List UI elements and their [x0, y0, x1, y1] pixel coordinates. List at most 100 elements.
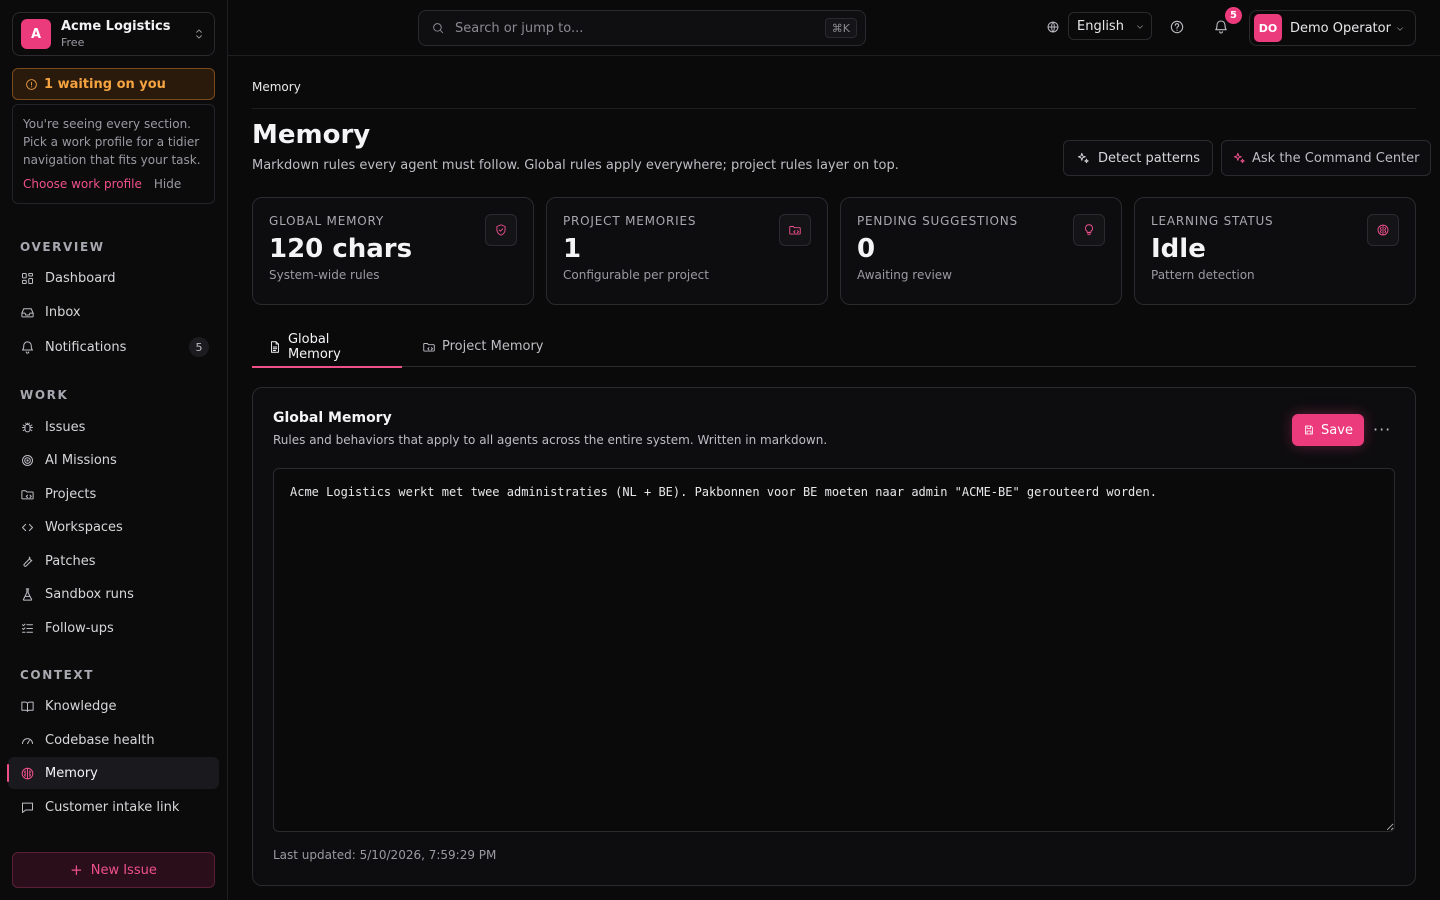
sidebar-item-ai-missions[interactable]: AI Missions	[8, 444, 219, 476]
sidebar-item-label: Sandbox runs	[45, 586, 134, 602]
new-issue-button[interactable]: + New Issue	[12, 852, 215, 888]
sidebar-item-label: Dashboard	[45, 270, 116, 286]
user-name: Demo Operator	[1290, 20, 1391, 36]
user-menu[interactable]: DO Demo Operator	[1249, 10, 1416, 46]
tab-global-memory[interactable]: Global Memory	[252, 326, 402, 368]
page-subtitle: Markdown rules every agent must follow. …	[252, 158, 899, 173]
folder-code-icon	[423, 342, 435, 352]
breadcrumb[interactable]: Memory	[252, 80, 301, 94]
org-plan: Free	[61, 36, 85, 49]
save-button[interactable]: Save	[1292, 414, 1364, 446]
gauge-icon	[22, 737, 33, 744]
sidebar-item-follow-ups[interactable]: Follow-ups	[8, 612, 219, 644]
brain-icon	[1367, 214, 1399, 246]
org-switcher[interactable]: A Acme Logistics Free	[12, 12, 215, 56]
tab-project-memory[interactable]: Project Memory	[406, 326, 559, 367]
nav-context-section: CONTEXT	[0, 668, 228, 686]
stat-label: GLOBAL MEMORY	[269, 214, 384, 228]
new-issue-label: New Issue	[90, 862, 157, 878]
shield-icon	[485, 214, 517, 246]
folder-icon	[21, 489, 34, 499]
detect-patterns-button[interactable]: Detect patterns	[1063, 140, 1214, 176]
stat-card-global-memory: GLOBAL MEMORY 120 chars System-wide rule…	[252, 197, 534, 305]
sidebar-item-label: AI Missions	[45, 452, 117, 468]
bug-icon	[22, 422, 33, 432]
card-subtitle: Rules and behaviors that apply to all ag…	[273, 433, 828, 447]
hide-profile-card-link[interactable]: Hide	[154, 175, 181, 193]
lightbulb-icon	[1073, 214, 1105, 246]
sparkles-icon	[1233, 152, 1245, 164]
sidebar-item-label: Issues	[45, 419, 86, 435]
list-check-icon	[22, 623, 33, 633]
org-name: Acme Logistics	[61, 19, 171, 34]
nav-work-title: WORK	[20, 388, 69, 402]
ask-command-center-label: Ask the Command Center	[1252, 150, 1420, 166]
sidebar-item-memory[interactable]: Memory	[7, 757, 219, 789]
search-shortcut: ⌘K	[824, 18, 857, 38]
nav-overview-section: OVERVIEW	[0, 240, 228, 258]
notifications-count-badge: 5	[189, 337, 209, 357]
sidebar-item-issues[interactable]: Issues	[8, 411, 219, 443]
chevron-up-down-icon	[192, 27, 206, 41]
sidebar-item-label: Memory	[45, 765, 98, 781]
bell-icon	[22, 340, 33, 354]
wrench-icon	[23, 556, 33, 567]
tab-label: Project Memory	[442, 339, 544, 354]
stat-value: Idle	[1151, 234, 1206, 264]
stat-card-project-memories: PROJECT MEMORIES 1 Configurable per proj…	[546, 197, 828, 305]
help-icon[interactable]	[1169, 19, 1185, 35]
more-options-button[interactable]: ···	[1373, 420, 1391, 439]
save-icon	[1305, 425, 1313, 435]
sidebar-item-customer-intake-link[interactable]: Customer intake link	[8, 791, 219, 823]
sidebar-item-label: Codebase health	[45, 732, 155, 748]
sidebar-item-label: Notifications	[45, 339, 127, 355]
sidebar-item-projects[interactable]: Projects	[8, 478, 219, 510]
stat-card-pending-suggestions: PENDING SUGGESTIONS 0 Awaiting review	[840, 197, 1122, 305]
message-icon	[22, 802, 33, 813]
global-memory-editor[interactable]: Acme Logistics werkt met twee administra…	[273, 468, 1395, 832]
stat-label: LEARNING STATUS	[1151, 214, 1274, 228]
grid-icon	[22, 272, 33, 284]
chevron-down-icon	[1395, 24, 1405, 34]
code-icon	[22, 523, 33, 531]
waiting-label: 1 waiting on you	[44, 76, 166, 92]
inbox-icon	[21, 307, 34, 317]
stat-value: 0	[857, 234, 876, 264]
sidebar-item-label: Knowledge	[45, 698, 117, 714]
language-select[interactable]: English	[1068, 12, 1152, 40]
sidebar-item-patches[interactable]: Patches	[8, 545, 219, 577]
sidebar-item-label: Patches	[45, 553, 96, 569]
flask-icon	[22, 587, 33, 601]
file-text-icon	[271, 340, 279, 353]
waiting-alert[interactable]: 1 waiting on you	[12, 68, 215, 100]
sidebar-item-dashboard[interactable]: Dashboard	[8, 262, 219, 294]
sidebar-item-inbox[interactable]: Inbox	[8, 296, 219, 328]
globe-icon	[1046, 20, 1060, 34]
org-avatar: A	[21, 19, 51, 49]
stat-desc: Configurable per project	[563, 268, 709, 282]
sidebar-item-notifications[interactable]: Notifications 5	[8, 331, 219, 363]
ask-command-center-button[interactable]: Ask the Command Center	[1221, 140, 1431, 176]
nav-context-title: CONTEXT	[20, 668, 95, 682]
book-icon	[21, 701, 34, 712]
search-bar[interactable]: ⌘K	[418, 10, 866, 46]
sidebar-item-label: Customer intake link	[45, 799, 180, 815]
sidebar-item-knowledge[interactable]: Knowledge	[8, 690, 219, 722]
sidebar-item-label: Follow-ups	[45, 620, 114, 636]
memory-tabs: Global Memory Project Memory	[252, 326, 1416, 368]
search-input[interactable]	[455, 20, 815, 36]
sidebar: A Acme Logistics Free 1 waiting on you Y…	[0, 0, 228, 900]
sidebar-item-codebase-health[interactable]: Codebase health	[8, 724, 219, 756]
last-updated-text: Last updated: 5/10/2026, 7:59:29 PM	[273, 848, 497, 862]
search-icon	[433, 23, 444, 34]
sparkles-icon	[1077, 152, 1089, 164]
sidebar-item-workspaces[interactable]: Workspaces	[8, 511, 219, 543]
sidebar-item-sandbox-runs[interactable]: Sandbox runs	[8, 578, 219, 610]
choose-work-profile-link[interactable]: Choose work profile	[23, 175, 142, 193]
stat-value: 120 chars	[269, 234, 413, 264]
target-icon	[22, 454, 33, 466]
tab-label: Global Memory	[287, 331, 341, 362]
chevron-down-icon	[1135, 22, 1145, 32]
stat-desc: Pattern detection	[1151, 268, 1255, 282]
sidebar-item-label: Workspaces	[45, 519, 123, 535]
